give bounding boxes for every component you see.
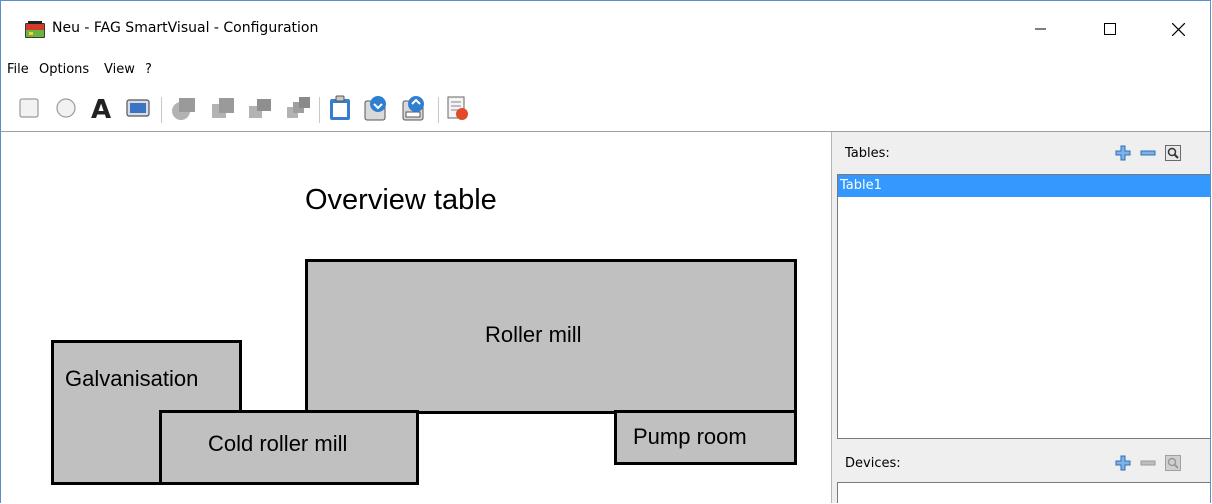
edit-icon bbox=[1165, 145, 1181, 161]
shape-back-icon bbox=[249, 99, 271, 118]
add-device-button[interactable] bbox=[1114, 454, 1132, 472]
zone-label: Pump room bbox=[633, 424, 747, 449]
maximize-button[interactable] bbox=[1087, 11, 1133, 47]
toolbar-separator bbox=[319, 97, 320, 123]
tables-list[interactable]: Table1 bbox=[837, 174, 1210, 439]
image-tool-button[interactable] bbox=[123, 93, 153, 123]
export-icon bbox=[402, 96, 424, 121]
maximize-icon bbox=[1104, 23, 1116, 35]
shape-shadow-icon bbox=[172, 98, 195, 120]
plus-icon bbox=[1115, 145, 1131, 161]
table-list-item[interactable]: Table1 bbox=[838, 175, 1210, 197]
zone-label: Galvanisation bbox=[65, 366, 199, 391]
zone-pump-room[interactable]: Pump room bbox=[614, 410, 797, 465]
sidebar: Tables: Table1 Devices: bbox=[832, 132, 1210, 503]
image-icon bbox=[126, 99, 150, 117]
minus-icon bbox=[1140, 460, 1156, 466]
minus-icon bbox=[1140, 150, 1156, 156]
toolbar-separator bbox=[161, 97, 162, 123]
toolbar-separator bbox=[438, 97, 439, 123]
rectangle-tool-button[interactable] bbox=[14, 93, 44, 123]
menu-bar: File Options View ? bbox=[1, 59, 1210, 83]
svg-text:A: A bbox=[91, 95, 111, 122]
text-icon: A bbox=[91, 95, 111, 122]
remove-device-button[interactable] bbox=[1139, 454, 1157, 472]
shape-style-3-button[interactable] bbox=[245, 93, 275, 123]
title-bar: Neu - FAG SmartVisual - Configuration bbox=[1, 1, 1210, 59]
minimize-icon bbox=[1035, 28, 1046, 30]
toolbar: A bbox=[1, 85, 1210, 132]
shape-style-1-button[interactable] bbox=[169, 93, 199, 123]
ellipse-tool-button[interactable] bbox=[51, 93, 81, 123]
devices-label: Devices: bbox=[845, 456, 901, 471]
shape-front-icon bbox=[212, 98, 234, 118]
edit-device-button[interactable] bbox=[1164, 454, 1182, 472]
menu-help[interactable]: ? bbox=[145, 62, 152, 77]
table-settings-icon bbox=[447, 96, 468, 120]
export-button[interactable] bbox=[399, 93, 429, 123]
devices-list[interactable] bbox=[837, 482, 1210, 503]
zone-roller-mill[interactable]: Roller mill bbox=[305, 259, 797, 414]
table-settings-button[interactable] bbox=[442, 93, 472, 123]
shape-style-4-button[interactable] bbox=[283, 93, 313, 123]
close-button[interactable] bbox=[1155, 11, 1201, 47]
edit-table-button[interactable] bbox=[1164, 144, 1182, 162]
menu-options[interactable]: Options bbox=[39, 62, 89, 77]
remove-table-button[interactable] bbox=[1139, 144, 1157, 162]
overview-title[interactable]: Overview table bbox=[305, 184, 497, 217]
open-button[interactable] bbox=[325, 93, 355, 123]
window-title: Neu - FAG SmartVisual - Configuration bbox=[52, 20, 319, 36]
zone-cold-roller-mill[interactable]: Cold roller mill bbox=[159, 410, 419, 485]
zone-label: Roller mill bbox=[485, 322, 582, 347]
shape-style-2-button[interactable] bbox=[208, 93, 238, 123]
minimize-button[interactable] bbox=[1018, 11, 1064, 47]
add-table-button[interactable] bbox=[1114, 144, 1132, 162]
ellipse-icon bbox=[56, 98, 76, 118]
zone-label: Cold roller mill bbox=[208, 431, 348, 456]
menu-file[interactable]: File bbox=[7, 62, 29, 77]
import-icon bbox=[364, 96, 386, 121]
import-button[interactable] bbox=[361, 93, 391, 123]
clipboard-icon bbox=[330, 95, 350, 120]
shape-stack-icon bbox=[287, 97, 310, 118]
menu-view[interactable]: View bbox=[104, 62, 135, 77]
edit-icon bbox=[1165, 455, 1181, 471]
app-window: Neu - FAG SmartVisual - Configuration Fi… bbox=[0, 0, 1211, 503]
text-tool-button[interactable]: A bbox=[87, 93, 117, 123]
tables-label: Tables: bbox=[845, 146, 890, 161]
app-logo-icon bbox=[25, 21, 45, 38]
rectangle-icon bbox=[19, 98, 39, 118]
design-canvas[interactable]: Overview table Galvanisation Roller mill… bbox=[1, 132, 832, 503]
close-icon bbox=[1171, 22, 1185, 36]
plus-icon bbox=[1115, 455, 1131, 471]
